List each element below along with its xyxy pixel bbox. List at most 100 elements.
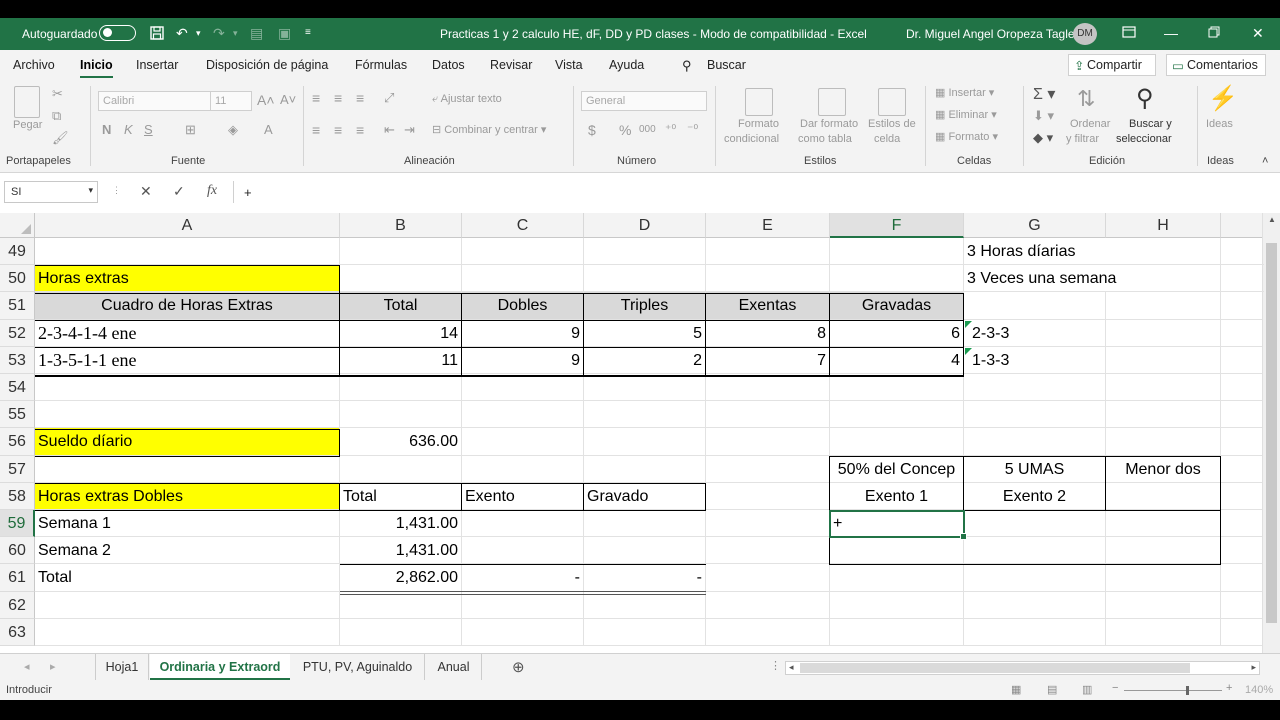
horizontal-scrollbar[interactable]: ◂ ▸	[785, 661, 1260, 675]
find-select-icon[interactable]: ⚲	[1136, 84, 1154, 113]
cell-h53[interactable]	[1106, 347, 1221, 374]
cell-e53[interactable]: 7	[706, 347, 830, 374]
row-header-60[interactable]: 60	[0, 537, 35, 564]
autosave-toggle[interactable]	[99, 25, 136, 41]
cell-a60[interactable]: Semana 2	[35, 537, 340, 564]
menu-insertar[interactable]: Insertar	[136, 58, 178, 72]
delete-cells-button[interactable]: ▦ Eliminar ▾	[935, 108, 997, 121]
sheet-tab-hoja1[interactable]: Hoja1	[95, 654, 149, 680]
cell-d57[interactable]	[584, 456, 706, 483]
zoom-level[interactable]: 140%	[1245, 684, 1273, 696]
page-break-icon[interactable]: ▥	[1082, 683, 1092, 696]
format-as-table-label-2[interactable]: como tabla	[798, 133, 852, 145]
clear-icon[interactable]: ◆ ▾	[1033, 130, 1053, 146]
collapse-ribbon-icon[interactable]: ˄	[1262, 155, 1268, 167]
row-header-59[interactable]: 59	[0, 510, 35, 537]
scroll-right-icon[interactable]: ▸	[1251, 662, 1256, 673]
cell-e56[interactable]	[706, 428, 830, 456]
cell-g61[interactable]	[964, 564, 1106, 592]
cell-a50[interactable]: Horas extras	[35, 265, 340, 292]
select-all-corner[interactable]	[0, 213, 35, 238]
column-header-c[interactable]: C	[462, 213, 584, 238]
paste-icon[interactable]: ▣	[278, 25, 291, 41]
zoom-slider[interactable]	[1124, 690, 1222, 691]
column-header-g[interactable]: G	[964, 213, 1106, 238]
cell-d62[interactable]	[584, 592, 706, 619]
cell-b59[interactable]: 1,431.00	[340, 510, 462, 537]
thousands-button[interactable]: 000	[639, 124, 656, 135]
fill-icon[interactable]: ⬇ ▾	[1033, 108, 1054, 124]
row-header-63[interactable]: 63	[0, 619, 35, 646]
cell-d54[interactable]	[584, 374, 706, 401]
sort-filter-label[interactable]: Ordenar	[1070, 118, 1110, 130]
cell-g62[interactable]	[964, 592, 1106, 619]
cell-f62[interactable]	[830, 592, 964, 619]
cell-e60[interactable]	[706, 537, 830, 564]
cell-i56[interactable]	[1221, 428, 1266, 456]
cell-a57[interactable]	[35, 456, 340, 483]
orientation-icon[interactable]: ⤢	[384, 90, 394, 106]
align-middle-icon[interactable]: ≡	[334, 90, 342, 106]
row-header-55[interactable]: 55	[0, 401, 35, 428]
cell-a62[interactable]	[35, 592, 340, 619]
cell-i54[interactable]	[1221, 374, 1266, 401]
cut-icon[interactable]: ✂	[52, 86, 63, 102]
cell-d63[interactable]	[584, 619, 706, 646]
cell-f52[interactable]: 6	[830, 320, 964, 347]
cell-f50[interactable]	[830, 265, 964, 292]
cell-c62[interactable]	[462, 592, 584, 619]
cell-g63[interactable]	[964, 619, 1106, 646]
next-sheet-icon[interactable]: ▸	[50, 660, 56, 673]
cell-a63[interactable]	[35, 619, 340, 646]
autosum-icon[interactable]: Σ ▾	[1033, 84, 1055, 104]
menu-formulas[interactable]: Fórmulas	[355, 58, 407, 72]
cell-c63[interactable]	[462, 619, 584, 646]
cell-h54[interactable]	[1106, 374, 1221, 401]
insert-cells-button[interactable]: ▦ Insertar ▾	[935, 86, 994, 99]
cell-g57[interactable]: 5 UMAS	[964, 456, 1106, 483]
bold-button[interactable]: N	[102, 122, 111, 137]
cell-f63[interactable]	[830, 619, 964, 646]
cell-d51[interactable]: Triples	[584, 292, 706, 320]
menu-ayuda[interactable]: Ayuda	[609, 58, 644, 72]
decrease-decimal-icon[interactable]: ⁻⁰	[687, 122, 698, 136]
menu-archivo[interactable]: Archivo	[13, 58, 55, 72]
percent-button[interactable]: %	[619, 122, 631, 138]
sheet-tab-ptu[interactable]: PTU, PV, Aguinaldo	[291, 654, 425, 680]
cell-d50[interactable]	[584, 265, 706, 292]
user-avatar[interactable]: DM	[1073, 23, 1097, 45]
shrink-font-icon[interactable]: A˅	[280, 92, 296, 107]
align-left-icon[interactable]: ≡	[312, 122, 320, 138]
paste-label[interactable]: Pegar	[13, 119, 42, 131]
row-header-62[interactable]: 62	[0, 592, 35, 619]
column-header-a[interactable]: A	[35, 213, 340, 238]
sort-filter-label-2[interactable]: y filtrar	[1066, 133, 1099, 145]
cell-c57[interactable]	[462, 456, 584, 483]
cell-c53[interactable]: 9	[462, 347, 584, 374]
increase-indent-icon[interactable]: ⇥	[404, 122, 415, 138]
align-center-icon[interactable]: ≡	[334, 122, 342, 138]
format-as-table-icon[interactable]	[818, 88, 846, 116]
cell-styles-label[interactable]: Estilos de	[868, 118, 916, 130]
scroll-left-icon[interactable]: ◂	[789, 662, 794, 673]
cell-b63[interactable]	[340, 619, 462, 646]
cell-c55[interactable]	[462, 401, 584, 428]
cell-g53[interactable]: 1-3-3	[964, 347, 1106, 374]
cell-b60[interactable]: 1,431.00	[340, 537, 462, 564]
formula-input[interactable]: +	[233, 181, 1280, 203]
underline-button[interactable]: S	[144, 122, 153, 137]
cell-b54[interactable]	[340, 374, 462, 401]
font-name-combo[interactable]: Calibri	[98, 91, 212, 111]
row-header-52[interactable]: 52	[0, 320, 35, 347]
cell-f53[interactable]: 4	[830, 347, 964, 374]
cell-i59[interactable]	[1221, 510, 1266, 537]
cell-b52[interactable]: 14	[340, 320, 462, 347]
cell-g60[interactable]	[964, 537, 1106, 564]
cell-i61[interactable]	[1221, 564, 1266, 592]
comments-button[interactable]: ▭ Comentarios	[1166, 54, 1266, 76]
cell-d61[interactable]: -	[584, 564, 706, 592]
column-header-b[interactable]: B	[340, 213, 462, 238]
row-header-54[interactable]: 54	[0, 374, 35, 401]
cell-g51[interactable]	[964, 292, 1106, 320]
cell-a61[interactable]: Total	[35, 564, 340, 592]
